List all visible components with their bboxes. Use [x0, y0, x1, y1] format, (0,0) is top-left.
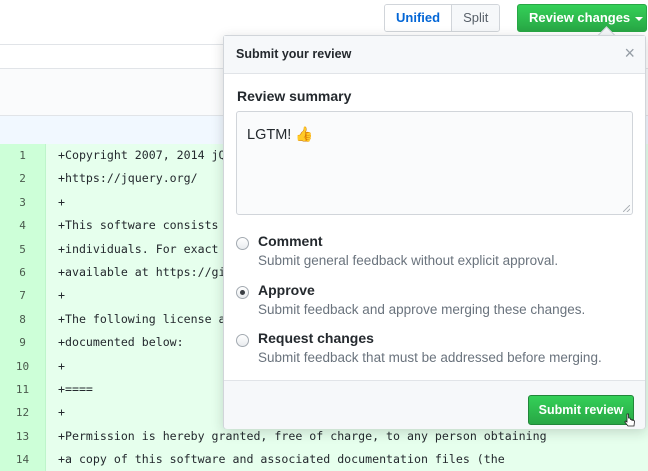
line-number[interactable]: 13	[0, 424, 46, 449]
review-summary-text: LGTM! 👍	[247, 127, 314, 143]
review-changes-button[interactable]: Review changes	[517, 4, 647, 32]
comment-radio[interactable]	[236, 237, 249, 250]
option-label: Comment	[258, 233, 323, 249]
review-summary-textarea[interactable]: LGTM! 👍	[236, 111, 633, 215]
option-request-changes[interactable]: Request changes Submit feedback that mus…	[236, 330, 636, 370]
diff-row: 14 +a copy of this software and associate…	[0, 448, 648, 471]
line-number[interactable]: 3	[0, 190, 46, 215]
line-number[interactable]: 12	[0, 401, 46, 425]
line-number[interactable]: 5	[0, 237, 46, 261]
close-icon[interactable]: ×	[624, 43, 635, 63]
unified-view-button[interactable]: Unified	[385, 5, 452, 31]
review-summary-label: Review summary	[237, 88, 352, 104]
line-number[interactable]: 11	[0, 377, 46, 402]
diff-view-toggle: Unified Split	[384, 4, 501, 32]
caret-down-icon	[635, 16, 644, 21]
line-number[interactable]: 8	[0, 307, 46, 332]
request-changes-radio[interactable]	[236, 334, 249, 347]
line-number[interactable]: 6	[0, 260, 46, 285]
divider	[0, 44, 224, 45]
option-label: Request changes	[258, 330, 374, 346]
option-comment[interactable]: Comment Submit general feedback without …	[236, 233, 636, 273]
option-approve[interactable]: Approve Submit feedback and approve merg…	[236, 282, 636, 322]
approve-radio[interactable]	[236, 286, 249, 299]
popover-footer: Submit review	[224, 380, 645, 429]
option-label: Approve	[258, 282, 315, 298]
popover-title: Submit your review	[236, 47, 352, 61]
option-description: Submit general feedback without explicit…	[258, 253, 559, 268]
resize-grip-icon[interactable]	[623, 205, 630, 212]
split-view-button[interactable]: Split	[451, 5, 500, 31]
option-description: Submit feedback that must be addressed b…	[258, 350, 602, 365]
review-popover: Submit your review × Review summary LGTM…	[223, 35, 646, 429]
submit-review-button[interactable]: Submit review	[528, 395, 634, 425]
review-changes-label: Review changes	[529, 10, 631, 25]
diff-toolbar: Unified Split Review changes	[0, 0, 648, 40]
line-number[interactable]: 14	[0, 448, 46, 471]
option-description: Submit feedback and approve merging thes…	[258, 302, 586, 317]
pointer-cursor-icon	[624, 413, 635, 427]
line-number[interactable]: 2	[0, 167, 46, 191]
code-line: +a copy of this software and associated …	[46, 448, 648, 471]
line-number[interactable]: 9	[0, 331, 46, 355]
line-number[interactable]: 7	[0, 284, 46, 308]
line-number[interactable]: 1	[0, 144, 46, 168]
line-number[interactable]: 4	[0, 214, 46, 238]
line-number[interactable]: 10	[0, 354, 46, 378]
popover-header: Submit your review ×	[224, 36, 645, 74]
